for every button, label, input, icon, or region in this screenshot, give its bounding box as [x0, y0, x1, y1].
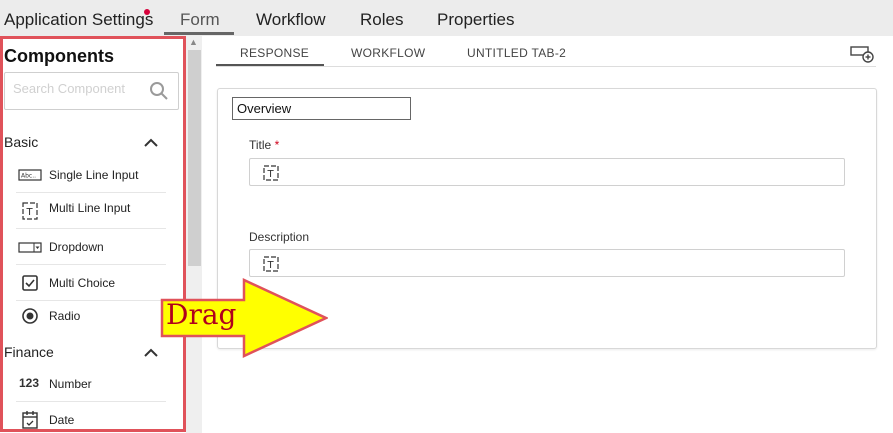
item-label: Multi Line Input	[49, 201, 131, 215]
scrollbar-thumb[interactable]	[188, 50, 201, 266]
palette-title: Components	[4, 46, 114, 66]
search-input[interactable]	[13, 81, 143, 96]
tab-form[interactable]: Form	[180, 10, 220, 30]
active-subtab-indicator	[216, 64, 324, 66]
item-label: Number	[49, 377, 92, 391]
chevron-up-icon[interactable]	[144, 347, 158, 357]
tab-untitled-2[interactable]: UNTITLED TAB-2	[467, 46, 566, 60]
section-finance-header[interactable]: Finance	[4, 344, 54, 360]
description-field[interactable]: T	[249, 249, 845, 277]
palette-item-single-line-input[interactable]: Abc.. Single Line Input	[16, 157, 166, 193]
section-name-input[interactable]	[232, 97, 411, 120]
calendar-icon	[22, 411, 38, 429]
top-bar: Application Settings Form Workflow Roles…	[0, 0, 893, 36]
palette-item-dropdown[interactable]: Dropdown	[16, 229, 166, 265]
svg-text:T: T	[267, 260, 275, 271]
item-label: Single Line Input	[49, 168, 139, 182]
item-label: Multi Choice	[49, 276, 116, 290]
title-field[interactable]: T	[249, 158, 845, 186]
component-search	[4, 72, 179, 110]
palette-item-number[interactable]: 123 Number	[16, 366, 166, 402]
item-label: Date	[49, 413, 75, 427]
item-label: Radio	[49, 309, 81, 323]
multi-line-input-icon: T	[22, 202, 38, 220]
palette-item-multi-choice[interactable]: Multi Choice	[16, 265, 166, 301]
text-field-icon: T	[263, 165, 279, 181]
svg-text:Abc..: Abc..	[21, 173, 36, 180]
title-label-text: Title	[249, 138, 272, 152]
tab-workflow[interactable]: Workflow	[256, 10, 326, 30]
active-tab-indicator	[164, 32, 234, 35]
tabs-divider	[216, 66, 876, 67]
tab-roles[interactable]: Roles	[360, 10, 403, 30]
app-title: Application Settings	[4, 10, 154, 29]
tab-response[interactable]: RESPONSE	[240, 46, 309, 60]
number-icon: 123	[19, 376, 40, 390]
add-tab-icon[interactable]	[850, 44, 874, 64]
palette-item-radio[interactable]: Radio	[16, 298, 166, 334]
field-label-title: Title *	[249, 138, 279, 152]
checkbox-icon	[22, 275, 38, 291]
chevron-up-icon[interactable]	[144, 137, 158, 147]
tab-workflow-sub[interactable]: WORKFLOW	[351, 46, 425, 60]
components-palette: Components Basic Abc.. Single Line Input…	[0, 36, 186, 433]
required-mark: *	[274, 138, 280, 152]
unsaved-indicator-dot	[144, 9, 150, 15]
search-icon[interactable]	[149, 81, 169, 101]
dropdown-icon	[18, 242, 42, 253]
field-label-description: Description	[249, 230, 310, 244]
text-field-icon: T	[263, 256, 279, 272]
tab-properties[interactable]: Properties	[437, 10, 514, 30]
scroll-up-icon[interactable]: ▲	[189, 37, 198, 47]
palette-item-date[interactable]: Date	[16, 402, 166, 433]
item-label: Dropdown	[49, 240, 104, 254]
single-line-input-icon: Abc..	[18, 169, 42, 181]
palette-item-multi-line-input[interactable]: T Multi Line Input	[16, 193, 166, 229]
section-basic-header[interactable]: Basic	[4, 134, 38, 150]
drag-label: Drag	[166, 298, 237, 331]
svg-text:T: T	[267, 169, 275, 180]
svg-text:T: T	[26, 207, 34, 218]
radio-icon	[22, 308, 38, 324]
